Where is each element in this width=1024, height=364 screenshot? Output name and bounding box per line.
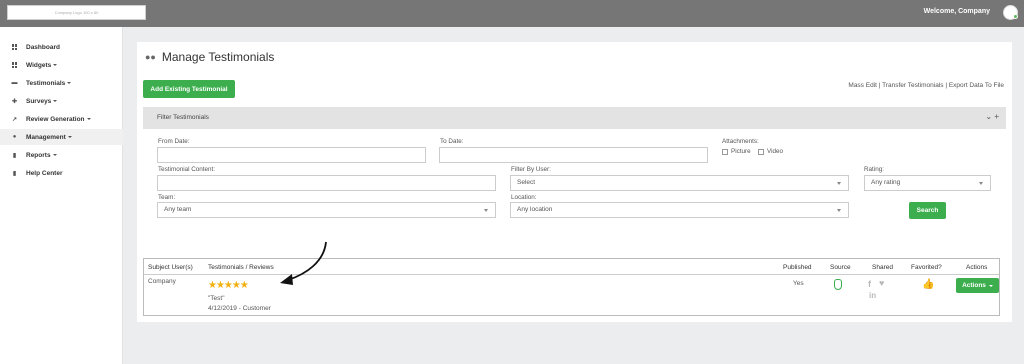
top-bar: Company Logo 100 x 80 Welcome, Company bbox=[0, 0, 1024, 27]
select-value: Any rating bbox=[871, 179, 901, 186]
column-header: Testimonials / Reviews bbox=[208, 264, 274, 271]
sidebar-item-label: Management bbox=[26, 133, 66, 141]
published-status: Yes bbox=[793, 280, 804, 287]
video-label: Video bbox=[767, 148, 783, 155]
puzzle-icon: ✚ bbox=[11, 98, 18, 105]
column-header: Published bbox=[783, 264, 812, 271]
actions-dropdown-button[interactable]: Actions bbox=[956, 278, 999, 293]
toolbar-links[interactable]: Mass Edit | Transfer Testimonials | Expo… bbox=[848, 82, 1004, 89]
linkedin-icon[interactable]: in bbox=[869, 291, 876, 300]
sidebar-item-help-center[interactable]: ▮ Help Center bbox=[0, 165, 123, 181]
filter-by-user-label: Filter By User: bbox=[511, 166, 551, 173]
testimonial-content-label: Testimonial Content: bbox=[158, 166, 216, 173]
sidebar-item-label: Review Generation bbox=[26, 115, 85, 123]
globe-icon: ● bbox=[12, 134, 17, 140]
select-value: Select bbox=[517, 179, 536, 186]
from-date-input[interactable] bbox=[157, 147, 426, 163]
share-icon: ↗ bbox=[11, 116, 18, 123]
actions-label: Actions bbox=[962, 282, 986, 289]
sidebar-item-management[interactable]: ● Management bbox=[0, 129, 123, 145]
chevron-down-icon bbox=[988, 284, 993, 287]
testimonial-content-input[interactable] bbox=[157, 175, 496, 191]
annotation-arrow bbox=[280, 241, 327, 285]
page-title-text: Manage Testimonials bbox=[161, 50, 275, 64]
facebook-icon[interactable]: f bbox=[868, 279, 871, 289]
sidebar-item-reports[interactable]: ▮ Reports bbox=[0, 147, 123, 163]
chevron-down-icon bbox=[86, 118, 91, 120]
testimonials-table: Subject User(s) Testimonials / Reviews P… bbox=[143, 258, 1000, 316]
rating-label: Rating: bbox=[864, 166, 884, 173]
picture-label: Picture bbox=[731, 148, 751, 155]
hand-icon bbox=[834, 279, 842, 290]
sidebar-item-widgets[interactable]: Widgets bbox=[0, 57, 123, 73]
to-date-input[interactable] bbox=[439, 147, 708, 163]
collapse-expand-icon[interactable]: ⌄ + bbox=[985, 112, 999, 121]
rating-select[interactable]: Any rating bbox=[864, 175, 991, 191]
column-header: Favorited? bbox=[911, 264, 942, 271]
subject-user: Company bbox=[148, 278, 176, 285]
divider bbox=[144, 274, 999, 275]
logo-text: Company Logo 100 x 80 bbox=[54, 10, 99, 15]
add-existing-testimonial-button[interactable]: Add Existing Testimonial bbox=[143, 80, 235, 98]
sidebar-item-label: Help Center bbox=[26, 169, 63, 177]
star-rating: ★★★★★ bbox=[208, 280, 249, 291]
team-label: Team: bbox=[158, 194, 176, 201]
chevron-down-icon bbox=[837, 209, 841, 212]
location-select[interactable]: Any location bbox=[510, 202, 849, 218]
company-logo[interactable]: Company Logo 100 x 80 bbox=[7, 5, 146, 20]
chevron-down-icon bbox=[67, 82, 72, 84]
chevron-down-icon bbox=[52, 154, 57, 156]
video-checkbox[interactable]: Video bbox=[758, 148, 783, 155]
sidebar-item-testimonials[interactable]: ▬ Testimonials bbox=[0, 75, 123, 91]
search-button[interactable]: Search bbox=[909, 202, 946, 219]
chevron-down-icon bbox=[484, 209, 488, 212]
book-icon: ▮ bbox=[12, 170, 17, 177]
column-header: Subject User(s) bbox=[148, 264, 193, 271]
thumbs-up-icon[interactable]: 👍 bbox=[922, 279, 934, 290]
twitter-icon[interactable]: ♥ bbox=[879, 278, 884, 288]
sidebar-item-review-generation[interactable]: ↗ Review Generation bbox=[0, 111, 123, 127]
main-panel: ●● Manage Testimonials Add Existing Test… bbox=[137, 42, 1012, 322]
select-value: Any location bbox=[517, 206, 553, 213]
sidebar: Dashboard Widgets ▬ Testimonials ✚ Surve… bbox=[0, 27, 123, 364]
attachments-label: Attachments: bbox=[722, 138, 759, 145]
grid-icon bbox=[11, 44, 18, 51]
filter-by-user-select[interactable]: Select bbox=[510, 175, 849, 191]
comments-icon: ●● bbox=[145, 52, 156, 62]
avatar[interactable] bbox=[1003, 5, 1018, 20]
sidebar-item-dashboard[interactable]: Dashboard bbox=[0, 39, 123, 55]
sidebar-item-label: Reports bbox=[26, 151, 51, 159]
location-label: Location: bbox=[511, 194, 537, 201]
testimonial-meta: 4/12/2019 - Customer bbox=[208, 305, 271, 312]
chevron-down-icon bbox=[67, 136, 72, 138]
chevron-down-icon bbox=[53, 100, 58, 102]
file-icon: ▮ bbox=[12, 152, 17, 159]
sidebar-item-label: Testimonials bbox=[26, 79, 66, 87]
sidebar-item-label: Surveys bbox=[26, 97, 52, 105]
filter-header[interactable]: Filter Testimonials ⌄ + bbox=[143, 107, 1006, 129]
picture-checkbox[interactable]: Picture bbox=[722, 148, 751, 155]
team-select[interactable]: Any team bbox=[157, 202, 496, 218]
welcome-text[interactable]: Welcome, Company bbox=[924, 8, 990, 15]
from-date-label: From Date: bbox=[158, 138, 190, 145]
sidebar-item-label: Dashboard bbox=[26, 43, 60, 51]
to-date-label: To Date: bbox=[440, 138, 464, 145]
page-title: ●● Manage Testimonials bbox=[145, 50, 274, 64]
sidebar-item-label: Widgets bbox=[26, 61, 52, 69]
chevron-down-icon bbox=[979, 182, 983, 185]
comment-icon: ▬ bbox=[11, 80, 18, 86]
column-header: Source bbox=[830, 264, 851, 271]
column-header: Actions bbox=[966, 264, 988, 271]
testimonial-text[interactable]: "Test" bbox=[208, 295, 225, 302]
sidebar-item-surveys[interactable]: ✚ Surveys bbox=[0, 93, 123, 109]
grid-icon bbox=[11, 62, 18, 69]
column-header: Shared bbox=[872, 264, 893, 271]
checkbox-icon bbox=[722, 148, 728, 155]
chevron-down-icon bbox=[837, 182, 841, 185]
filter-title: Filter Testimonials bbox=[157, 114, 209, 121]
chevron-down-icon bbox=[53, 64, 58, 66]
checkbox-icon bbox=[758, 148, 764, 155]
select-value: Any team bbox=[164, 206, 192, 213]
online-status-icon bbox=[1013, 14, 1018, 19]
